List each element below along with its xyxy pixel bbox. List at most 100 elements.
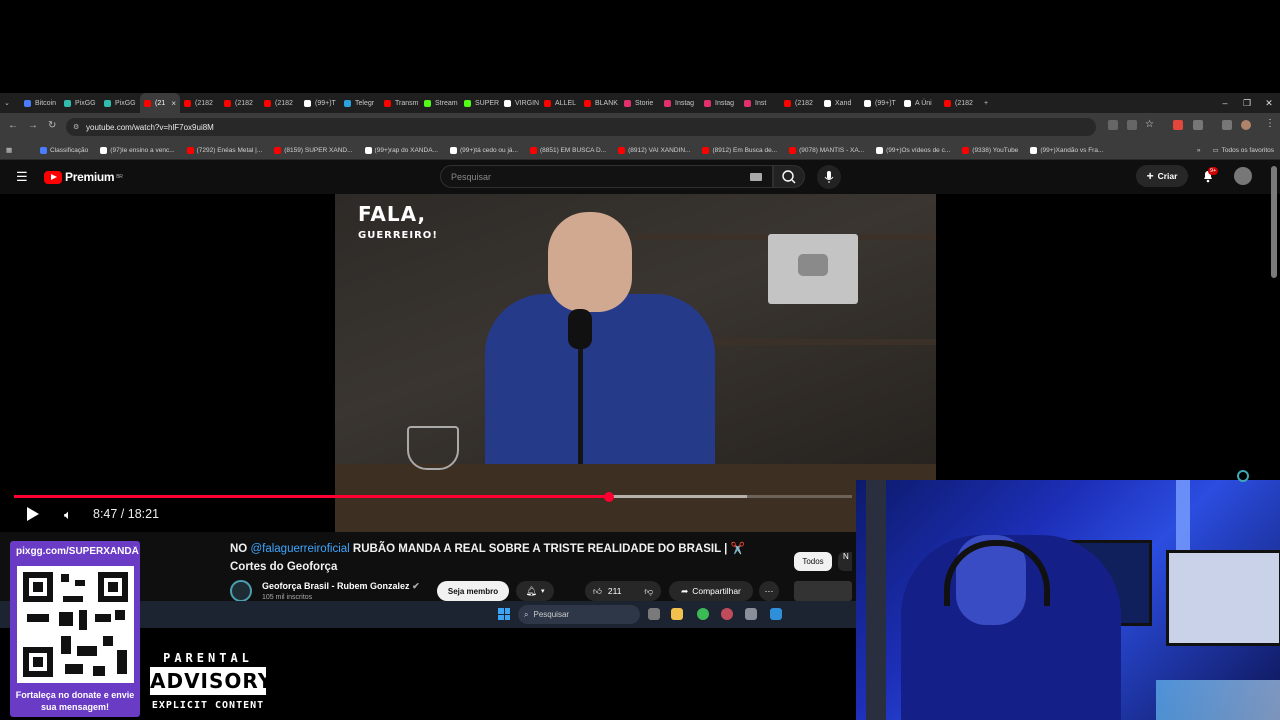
bookmark-item[interactable]: (9338) YouTube [956,146,1024,154]
bookmark-label: (8851) EM BUSCA D... [539,146,607,154]
profile-avatar[interactable] [1241,120,1251,130]
page-scrollbar[interactable] [1271,166,1277,278]
browser-tab[interactable]: (2182 [220,93,260,113]
join-button[interactable]: Seja membro [437,581,509,601]
close-tab-icon[interactable]: × [171,99,176,108]
browser-tab[interactable]: Inst [740,93,780,113]
chip-next[interactable]: N [838,552,852,571]
browser-tab[interactable]: Telegr [340,93,380,113]
hamburger-menu-icon[interactable]: ☰ [16,169,28,185]
all-bookmarks-folder[interactable]: ▭ Todos os favoritos [1206,146,1280,155]
keyboard-icon[interactable] [750,172,762,181]
related-video-thumbnail[interactable] [794,581,852,601]
browser-menu-icon[interactable]: ⋮ [1265,118,1275,129]
apps-grid-icon[interactable]: ▦ [0,146,34,154]
browser-tab[interactable]: Stream [420,93,460,113]
search-input[interactable]: Pesquisar [440,165,773,188]
task-view-icon[interactable] [648,608,660,620]
browser-tab[interactable]: ALLEL [540,93,580,113]
browser-tab[interactable]: (99+)T [860,93,900,113]
browser-tab[interactable]: PixGG [100,93,140,113]
browser-tab[interactable]: BLANK [580,93,620,113]
reload-button[interactable]: ↻ [48,120,56,131]
subscription-bell-button[interactable]: 🔔︎ ▾ [516,581,554,601]
more-actions-button[interactable]: ⋯ [759,581,779,601]
browser-tab[interactable]: Instag [700,93,740,113]
settings-icon[interactable] [745,608,757,620]
browser-tab[interactable]: (2182 [260,93,300,113]
extensions-puzzle-icon[interactable] [1193,120,1203,130]
rgb-keyboard [1156,680,1280,720]
channel-name[interactable]: Geoforça Brasil - Rubem Gonzalez ✔ [262,581,420,592]
browser-tab[interactable]: (2182 [780,93,820,113]
bookmark-item[interactable]: (7292) Enéas Metal |... [181,146,269,154]
tab-label: Stream [435,99,458,107]
browser-tab[interactable]: PixGG [60,93,100,113]
bookmark-item[interactable]: (99+)Os vídeos de c... [870,146,956,154]
forward-button[interactable]: → [28,120,38,131]
play-button[interactable] [27,507,39,521]
back-button[interactable]: ← [8,120,18,131]
plus-icon: + [1146,169,1154,183]
taskbar-search[interactable]: ⌕ Pesquisar [518,605,640,624]
bookmark-item[interactable]: (97)Ie ensino a venc... [94,146,180,154]
chip-all[interactable]: Todos [794,552,832,571]
tab-favicon-icon [944,99,951,107]
close-window-button[interactable]: ✕ [1258,98,1280,109]
title-mention-link[interactable]: @falaguerreiroficial [250,543,349,555]
bookmark-item[interactable]: (8912) Em Busca de... [696,146,783,154]
extension-icon[interactable] [1173,120,1183,130]
browser-tab[interactable]: Storie [620,93,660,113]
windows-start-icon[interactable] [498,608,510,620]
bookmark-item[interactable]: (8851) EM BUSCA D... [524,146,612,154]
create-button[interactable]: + Criar [1136,165,1188,187]
search-button[interactable] [773,165,805,188]
browser-tab[interactable]: Bitcoin [20,93,60,113]
bookmarks-overflow-icon[interactable]: » [1191,147,1207,154]
site-info-icon[interactable]: ⚙ [73,123,79,131]
overlay-settings-icon[interactable] [1237,470,1249,482]
bookmark-item[interactable]: (99+)Xandão vs Fra... [1024,146,1109,154]
browser-tab[interactable]: (21 × [140,93,180,113]
bookmark-item[interactable]: (99+)rap do XANDÃ... [359,146,444,154]
voice-search-button[interactable] [817,165,841,189]
chrome-icon[interactable] [697,608,709,620]
browser-tab[interactable]: (2182 [940,93,980,113]
bookmark-item[interactable]: (8159) SUPER XAND... [268,146,358,154]
volume-icon[interactable]: 🔈︎ [64,507,72,523]
star-bookmark-icon[interactable]: ☆ [1145,119,1154,130]
bookmark-item[interactable]: (9078) MANTIS - XA... [783,146,870,154]
reading-list-icon[interactable] [1222,120,1232,130]
microphone [568,309,592,349]
address-bar[interactable]: youtube.com/watch?v=hlF7ox9ui8M [66,118,1096,136]
install-icon[interactable] [1108,120,1118,130]
browser-tab[interactable]: (99+)T [300,93,340,113]
bookmark-item[interactable]: (8912) VAI XANDIN... [612,146,696,154]
tab-search-button[interactable]: ⌄ [0,93,20,113]
file-explorer-icon[interactable] [671,608,683,620]
channel-avatar[interactable] [230,580,252,602]
browser-tab[interactable]: SUPER [460,93,500,113]
thumbs-down-icon[interactable]: 👎︎ [644,586,653,597]
browser-tab[interactable]: (2182 [180,93,220,113]
thumbs-up-icon: 👍︎ [593,585,602,596]
app-icon[interactable] [770,608,782,620]
new-tab-button[interactable]: + [980,93,996,113]
progress-scrubber[interactable] [603,492,614,502]
browser-tab[interactable]: Transm [380,93,420,113]
video-frame[interactable] [335,194,936,532]
account-avatar[interactable] [1234,167,1252,185]
minimize-button[interactable]: – [1214,98,1236,108]
app-icon[interactable] [721,608,733,620]
bookmark-item[interactable]: Classificação [34,146,94,154]
share-button[interactable]: ➦ Compartilhar [669,581,753,601]
maximize-button[interactable]: ❐ [1236,98,1258,109]
browser-tab[interactable]: Xand [820,93,860,113]
like-button[interactable]: 👍︎ 211 👎︎ [585,581,661,601]
bookmark-item[interactable]: (99+)tá cedo ou já... [444,146,524,154]
browser-tab[interactable]: Instag [660,93,700,113]
youtube-logo[interactable]: Premium BR [44,170,123,184]
browser-tab[interactable]: VIRGIN [500,93,540,113]
zoom-icon[interactable] [1127,120,1137,130]
browser-tab[interactable]: A Úni [900,93,940,113]
